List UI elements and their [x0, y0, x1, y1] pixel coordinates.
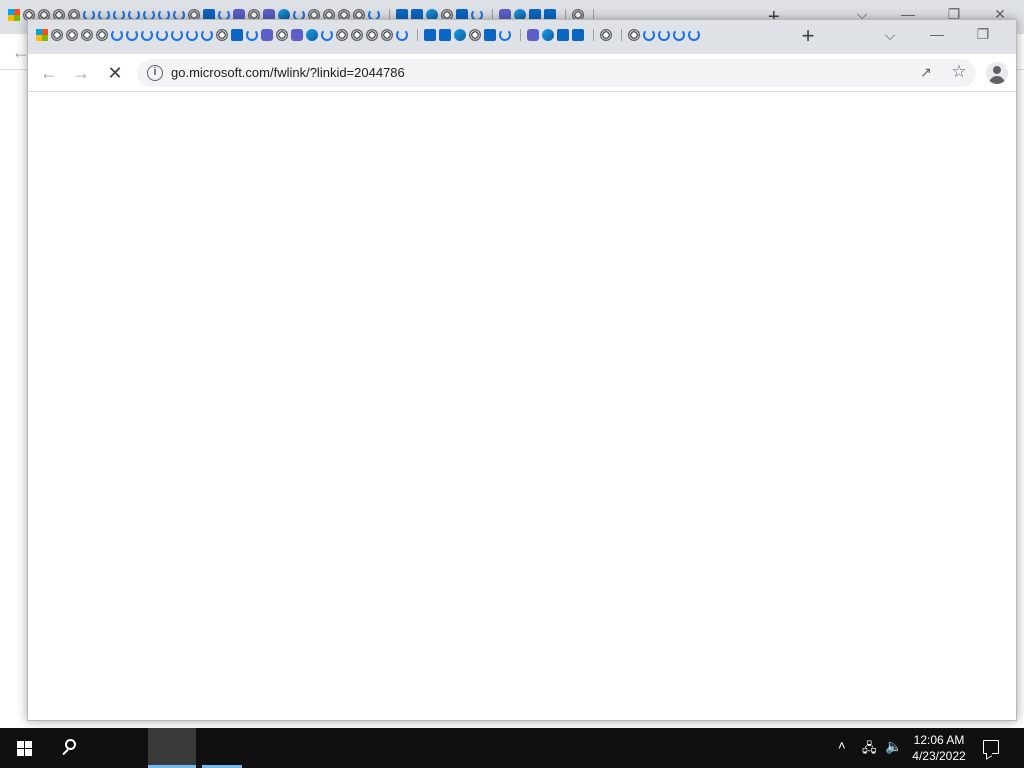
loading-favicon-icon[interactable] [643, 29, 655, 41]
tab-search-icon[interactable]: ⌵ [880, 27, 900, 47]
clock-date: 4/23/2022 [912, 749, 966, 763]
volume-icon[interactable]: 🔈 [885, 738, 902, 755]
back-icon[interactable]: ← [36, 60, 62, 86]
minimize-icon[interactable]: — [926, 26, 948, 46]
browser-window: + ⌵ — ❐ ← → ✕ i go.microsoft.com/fwlink/… [27, 19, 1017, 721]
tray-chevron-icon[interactable]: ˄ [838, 738, 846, 753]
taskbar-app[interactable] [202, 728, 242, 768]
chrome-favicon-icon[interactable] [366, 29, 378, 41]
network-icon[interactable]: 🖧 [862, 739, 877, 761]
chrome-favicon-icon[interactable] [336, 29, 348, 41]
forward-icon[interactable]: → [68, 60, 94, 86]
loading-favicon-icon[interactable] [673, 29, 685, 41]
avatar-head [993, 66, 1001, 74]
loading-favicon-icon[interactable] [658, 29, 670, 41]
loading-favicon-icon[interactable] [141, 29, 153, 41]
loading-favicon-icon[interactable] [688, 29, 700, 41]
loading-favicon-icon[interactable] [499, 29, 511, 41]
chrome-favicon-icon[interactable] [66, 29, 78, 41]
chrome-favicon-icon[interactable] [96, 29, 108, 41]
stop-loading-icon[interactable]: ✕ [102, 60, 128, 86]
chrome-favicon-icon[interactable] [81, 29, 93, 41]
loading-favicon-icon[interactable] [171, 29, 183, 41]
loading-favicon-icon[interactable] [156, 29, 168, 41]
chrome-favicon-icon[interactable] [216, 29, 228, 41]
tab-favicons[interactable] [36, 29, 776, 45]
windows-logo-pane [25, 749, 32, 756]
chrome-favicon-icon[interactable] [351, 29, 363, 41]
li-favicon-icon[interactable] [439, 29, 451, 41]
avatar-body [989, 76, 1005, 84]
chrome-favicon-icon[interactable] [628, 29, 640, 41]
tab-separator [417, 29, 418, 41]
chrome-favicon-icon[interactable] [381, 29, 393, 41]
loading-favicon-icon[interactable] [396, 29, 408, 41]
loading-favicon-icon[interactable] [111, 29, 123, 41]
url-text[interactable]: go.microsoft.com/fwlink/?linkid=2044786 [171, 65, 405, 80]
address-bar[interactable]: i go.microsoft.com/fwlink/?linkid=204478… [137, 59, 976, 87]
notification-center-icon[interactable] [983, 740, 999, 754]
chrome-favicon-icon[interactable] [600, 29, 612, 41]
li-favicon-icon[interactable] [484, 29, 496, 41]
tab-separator [593, 29, 594, 41]
edge-favicon-icon[interactable] [306, 29, 318, 41]
taskbar: ˄ 🖧 🔈 12:06 AM 4/23/2022 [0, 728, 1024, 768]
site-info-icon[interactable]: i [147, 65, 163, 81]
loading-favicon-icon[interactable] [201, 29, 213, 41]
tab-separator [520, 29, 521, 41]
li-favicon-icon[interactable] [424, 29, 436, 41]
ms-favicon-icon[interactable] [8, 9, 20, 21]
loading-favicon-icon[interactable] [126, 29, 138, 41]
start-button[interactable] [0, 728, 48, 768]
tab-separator [621, 29, 622, 41]
li-favicon-icon[interactable] [231, 29, 243, 41]
browser-toolbar: ← → ✕ i go.microsoft.com/fwlink/?linkid=… [28, 54, 1016, 92]
clock[interactable]: 12:06 AM 4/23/2022 [908, 732, 970, 764]
page-content [28, 92, 1016, 720]
profile-avatar-icon[interactable] [986, 62, 1008, 84]
loading-favicon-icon[interactable] [186, 29, 198, 41]
windows-logo-pane [17, 741, 24, 748]
windows-logo-pane [17, 749, 24, 756]
teams-favicon-icon[interactable] [261, 29, 273, 41]
teams-favicon-icon[interactable] [291, 29, 303, 41]
chrome-favicon-icon[interactable] [276, 29, 288, 41]
li-favicon-icon[interactable] [572, 29, 584, 41]
new-tab-button[interactable]: + [796, 25, 820, 49]
loading-favicon-icon[interactable] [321, 29, 333, 41]
edge-favicon-icon[interactable] [454, 29, 466, 41]
li-favicon-icon[interactable] [557, 29, 569, 41]
teams-favicon-icon[interactable] [527, 29, 539, 41]
search-handle [62, 748, 69, 756]
windows-logo-pane [25, 741, 32, 748]
share-icon[interactable]: ↗ [917, 64, 935, 82]
clock-time: 12:06 AM [913, 733, 965, 747]
chrome-favicon-icon[interactable] [51, 29, 63, 41]
loading-favicon-icon[interactable] [246, 29, 258, 41]
tab-strip[interactable]: + ⌵ — ❐ [28, 20, 1016, 54]
bookmark-star-icon[interactable]: ☆ [949, 62, 969, 82]
ms-favicon-icon[interactable] [36, 29, 48, 41]
taskbar-app-active[interactable] [148, 728, 196, 768]
chrome-favicon-icon[interactable] [469, 29, 481, 41]
edge-favicon-icon[interactable] [542, 29, 554, 41]
restore-icon[interactable]: ❐ [972, 26, 994, 46]
search-icon[interactable] [48, 728, 96, 768]
